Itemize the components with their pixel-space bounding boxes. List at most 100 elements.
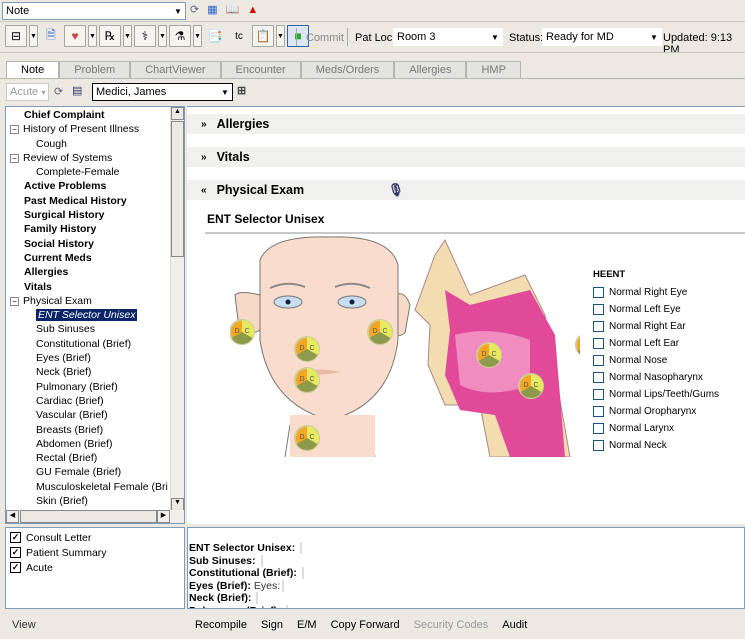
preview-value[interactable] [283,604,288,608]
tree-item[interactable]: GU Female (Brief) [10,465,168,479]
heent-checkbox-row[interactable]: Normal Right Ear [593,318,719,335]
heent-checkbox-row[interactable]: Normal Left Ear [593,335,719,352]
heent-checkbox-row[interactable]: Normal Lips/Teeth/Gums [593,386,719,403]
exam-badge-icon[interactable]: DC [294,336,320,362]
section-physical-exam[interactable]: « Physical Exam 🎙 [187,180,745,200]
heart-button[interactable]: ♥ [64,25,86,47]
commit-button[interactable]: Commit [306,32,344,44]
tree-item[interactable]: Social History [10,237,168,251]
tree-item[interactable]: Active Problems [10,179,168,193]
exam-badge-icon[interactable]: DC [575,333,580,357]
checkbox[interactable] [593,440,604,451]
document-item[interactable]: ✓ Consult Letter [10,530,180,545]
action-copy-forward[interactable]: Copy Forward [331,619,400,631]
scroll-right-button[interactable]: ▶ [157,510,170,523]
tree-item[interactable]: Skin (Brief) [10,494,168,508]
tree-vertical-scrollbar[interactable]: ▲ ▼ [170,107,184,511]
preview-value[interactable] [258,554,263,567]
preview-value[interactable]: Eyes: [253,579,285,592]
heent-checkbox-row[interactable]: Normal Left Eye [593,301,719,318]
calculator-icon[interactable]: ▤ [72,84,82,97]
collapse-icon[interactable]: − [10,153,19,163]
tab-meds-orders[interactable]: Meds/Orders [300,61,395,78]
tree-item[interactable]: Constitutional (Brief) [10,337,168,351]
checkbox[interactable] [593,406,604,417]
heent-checkbox-row[interactable]: Normal Right Eye [593,284,719,301]
tab-allergies[interactable]: Allergies [394,61,467,78]
checkbox[interactable] [593,423,604,434]
tab-problem[interactable]: Problem [59,61,131,78]
exam-badge-icon[interactable]: DC [294,367,320,393]
lab-flask-button[interactable]: ⚗ [169,25,191,47]
pat-loc-select[interactable]: Room 3 ▼ [393,28,503,46]
patient-select[interactable]: Medici, James ▼ [92,83,233,101]
acute-filter-select[interactable]: Acute ▾ [6,83,49,101]
checkbox-checked-icon[interactable]: ✓ [10,562,21,573]
binoculars-icon[interactable]: ⊞ [237,84,246,97]
tree-item[interactable]: ENT Selector Unisex [10,308,168,322]
collapse-icon[interactable]: − [10,296,19,306]
action-sign[interactable]: Sign [261,619,283,631]
tree-item[interactable]: Chief Complaint [10,108,168,122]
section-allergies[interactable]: » Allergies [187,114,745,134]
tree-item[interactable]: Pulmonary (Brief) [10,380,168,394]
meds-button[interactable]: ⚕ [134,25,156,47]
exam-badge-icon[interactable]: DC [518,373,544,399]
preview-value[interactable] [254,592,259,604]
clipboard-button[interactable]: 📋 [252,25,274,47]
preview-value[interactable] [298,542,303,554]
action-security-codes[interactable]: Security Codes [414,619,489,631]
checkbox[interactable] [593,338,604,349]
collapse-icon[interactable]: − [10,125,19,135]
section-vitals[interactable]: » Vitals [187,147,745,167]
microphone-icon[interactable]: 🎙 [388,183,404,198]
exam-badge-icon[interactable]: DC [230,319,255,345]
tree-item[interactable]: Cardiac (Brief) [10,394,168,408]
tree-item[interactable]: − History of Present Illness [10,122,168,136]
meds-dropdown[interactable]: ▼ [158,25,167,47]
tree-item[interactable]: Eyes (Brief) [10,351,168,365]
clipboard-dropdown[interactable]: ▼ [276,25,285,47]
exam-badge-icon[interactable]: DC [367,319,393,345]
tab-chartviewer[interactable]: ChartViewer [130,61,221,78]
tree-item[interactable]: Past Medical History [10,194,168,208]
prescription-dropdown[interactable]: ▼ [123,25,132,47]
heent-checkbox-row[interactable]: Normal Larynx [593,420,719,437]
preview-value[interactable] [299,567,304,579]
action-recompile[interactable]: Recompile [195,619,247,631]
scroll-thumb[interactable] [171,121,184,257]
tab-hmp[interactable]: HMP [466,61,521,78]
scroll-left-button[interactable]: ◀ [6,510,19,523]
action-e-m[interactable]: E/M [297,619,317,631]
layout-dropdown[interactable]: ▼ [29,25,38,47]
view-button[interactable]: View [12,619,36,631]
tree-item[interactable]: Surgical History [10,208,168,222]
layout-button[interactable]: ⊟ [5,25,27,47]
checkbox[interactable] [593,372,604,383]
checkbox[interactable] [593,321,604,332]
status-select[interactable]: Ready for MD ▼ [542,28,662,46]
ent-anatomy-diagram[interactable]: DCDCDCDCDCDCDCDC [230,235,580,457]
checkbox-checked-icon[interactable]: ✓ [10,532,21,543]
scroll-up-button[interactable]: ▲ [171,107,184,120]
book-icon[interactable]: 📖 [226,3,240,16]
document-icon[interactable]: 🗎 [40,25,62,47]
checkbox[interactable] [593,389,604,400]
tab-encounter[interactable]: Encounter [220,61,301,78]
tree-item[interactable]: Vascular (Brief) [10,408,168,422]
checkbox-checked-icon[interactable]: ✓ [10,547,21,558]
alert-icon[interactable]: ▲ [247,4,258,16]
document-item[interactable]: ✓ Acute [10,560,180,575]
heent-checkbox-row[interactable]: Normal Nasopharynx [593,369,719,386]
tree-item[interactable]: Abdomen (Brief) [10,437,168,451]
education-icon[interactable]: 📑 [204,25,226,47]
tree-item[interactable]: Rectal (Brief) [10,451,168,465]
prescription-button[interactable]: ℞ [99,25,121,47]
checkbox[interactable] [593,304,604,315]
tree-item[interactable]: Complete-Female [10,165,168,179]
refresh-icon[interactable]: ⟳ [190,3,199,16]
heent-checkbox-row[interactable]: Normal Neck [593,437,719,454]
action-audit[interactable]: Audit [502,619,527,631]
tree-item[interactable]: Family History [10,222,168,236]
tree-item[interactable]: − Review of Systems [10,151,168,165]
